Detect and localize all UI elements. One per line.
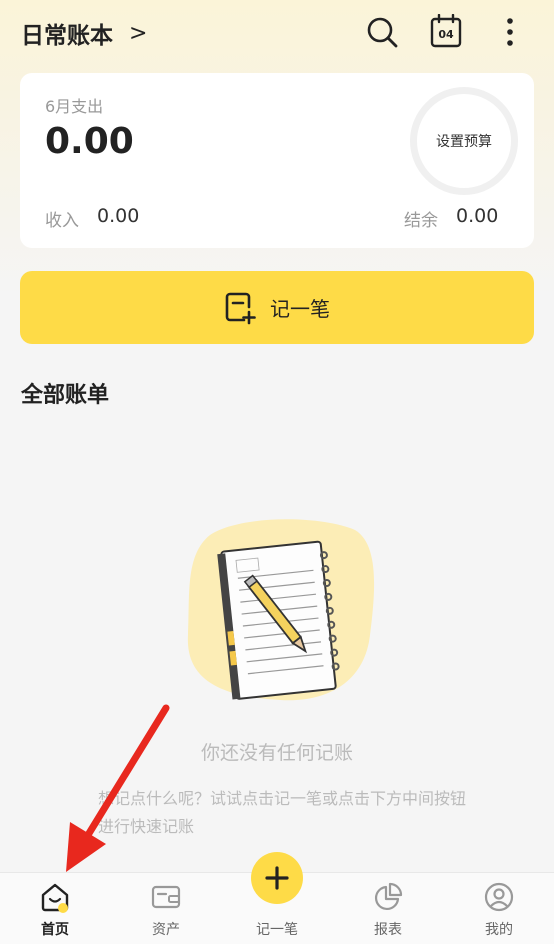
balance-value: 0.00 (456, 205, 499, 227)
top-bar: 日常账本 > 04 (0, 0, 554, 66)
empty-state-hint: 想记点什么呢？试试点击记一笔或点击下方中间按钮进行快速记账 (98, 789, 467, 836)
calendar-day: 04 (438, 28, 454, 41)
all-bills-title: 全部账单 (21, 383, 110, 408)
balance-label: 结余 (404, 211, 438, 231)
month-expense-label: 6月支出 (45, 97, 104, 116)
pie-chart-icon (374, 882, 403, 911)
search-icon[interactable] (364, 14, 400, 50)
tab-home-label: 首页 (41, 922, 69, 938)
tab-reports[interactable]: 报表 (333, 873, 443, 944)
empty-state-title: 你还没有任何记账 (200, 742, 353, 764)
set-budget-button[interactable]: 设置预算 (410, 87, 518, 195)
quick-add-button[interactable] (251, 852, 303, 904)
record-entry-button[interactable]: 记一笔 (20, 271, 534, 344)
add-note-icon (225, 292, 256, 324)
wallet-icon (151, 885, 181, 909)
income-label: 收入 (45, 211, 79, 231)
tab-home[interactable]: 首页 (0, 873, 110, 944)
calendar-icon[interactable]: 04 (428, 14, 464, 50)
income-value: 0.00 (97, 205, 140, 227)
tab-reports-label: 报表 (374, 922, 402, 938)
tab-record-label: 记一笔 (256, 922, 298, 938)
book-title: 日常账本 (21, 23, 113, 49)
user-icon (484, 882, 514, 912)
tab-assets-label: 资产 (152, 922, 180, 938)
month-expense-amount: 0.00 (45, 121, 134, 162)
tab-mine-label: 我的 (485, 922, 513, 938)
record-entry-label: 记一笔 (270, 297, 330, 321)
home-icon (41, 883, 69, 913)
set-budget-label: 设置预算 (436, 134, 492, 150)
tab-mine[interactable]: 我的 (444, 873, 554, 944)
empty-notebook-illustration (187, 519, 375, 701)
book-switcher[interactable]: 日常账本 > (21, 16, 147, 50)
monthly-summary-card: 6月支出 0.00 设置预算 收入 0.00 结余 0.00 (20, 73, 534, 248)
more-icon[interactable] (492, 14, 528, 50)
tab-assets[interactable]: 资产 (111, 873, 221, 944)
plus-icon (265, 866, 289, 890)
chevron-right-icon: > (129, 20, 148, 46)
